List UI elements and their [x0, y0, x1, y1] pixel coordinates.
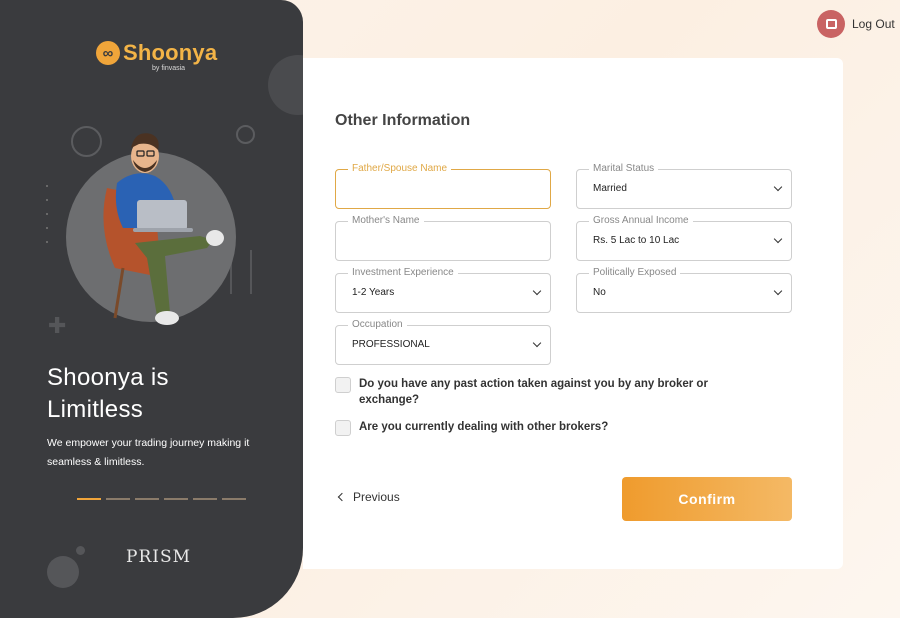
investment-experience-select[interactable]: Investment Experience 1-2 Years [335, 267, 551, 313]
select-value: No [593, 287, 606, 298]
field-label: Investment Experience [348, 267, 458, 279]
brand-headline: Shoonya is Limitless [47, 362, 169, 426]
logout-icon [817, 10, 845, 38]
infinity-icon: ∞ [96, 41, 120, 65]
carousel-dot[interactable] [164, 498, 188, 500]
chevron-down-icon [773, 286, 783, 296]
plus-icon: ✚ [48, 313, 67, 338]
checkbox-label: Do you have any past action taken agains… [359, 378, 708, 406]
previous-label: Previous [353, 490, 400, 504]
logout-button[interactable]: Log Out [817, 10, 895, 38]
field-label: Mother's Name [348, 215, 424, 227]
occupation-select[interactable]: Occupation PROFESSIONAL [335, 319, 551, 365]
politically-exposed-select[interactable]: Politically Exposed No [576, 267, 792, 313]
chevron-left-icon [337, 492, 347, 502]
person-illustration [103, 133, 224, 325]
logo-byline: by finvasia [152, 65, 186, 72]
field-label: Politically Exposed [589, 267, 681, 279]
carousel-dot[interactable] [193, 498, 217, 500]
mother-name-field[interactable]: Mother's Name [335, 215, 551, 261]
headline-line: Limitless [47, 396, 144, 423]
father-spouse-name-input[interactable] [336, 170, 550, 208]
chevron-down-icon [773, 234, 783, 244]
headline-line: Shoonya is [47, 364, 169, 391]
mother-name-input[interactable] [336, 222, 550, 260]
field-label: Father/Spouse Name [348, 163, 452, 175]
gross-annual-income-select[interactable]: Gross Annual Income Rs. 5 Lac to 10 Lac [576, 215, 792, 261]
field-label: Marital Status [589, 163, 659, 175]
field-label: Occupation [348, 319, 407, 331]
confirm-button[interactable]: Confirm [622, 477, 792, 521]
logo: ∞ Shoonya [96, 40, 217, 66]
select-value: Married [593, 183, 627, 194]
form-card: Other Information Father/Spouse Name Mar… [303, 58, 843, 569]
marital-status-select[interactable]: Marital Status Married [576, 163, 792, 209]
chevron-down-icon [532, 286, 542, 296]
carousel-dot[interactable] [222, 498, 246, 500]
brand-tagline: We empower your trading journey making i… [47, 437, 250, 468]
chevron-down-icon [532, 338, 542, 348]
carousel-dot[interactable] [135, 498, 159, 500]
chevron-down-icon [773, 182, 783, 192]
past-action-checkbox[interactable] [335, 377, 351, 393]
decor-circle [268, 55, 303, 115]
logo-text: Shoonya [123, 40, 218, 65]
brand-panel: ∞ Shoonya by finvasia ✚ Shoonya is Limit… [0, 0, 303, 618]
select-value: PROFESSIONAL [352, 339, 430, 350]
select-value: 1-2 Years [352, 287, 395, 298]
decor-circle [76, 546, 85, 555]
carousel-dot[interactable] [77, 498, 101, 500]
previous-button[interactable]: Previous [337, 490, 400, 504]
section-title: Other Information [335, 112, 471, 129]
father-spouse-name-field[interactable]: Father/Spouse Name [335, 163, 551, 209]
prism-logo: PRISM [126, 547, 192, 567]
logout-label: Log Out [852, 17, 895, 31]
decor-ring [236, 125, 255, 144]
select-value: Rs. 5 Lac to 10 Lac [593, 235, 680, 246]
carousel-dot[interactable] [106, 498, 130, 500]
field-label: Gross Annual Income [589, 215, 693, 227]
carousel-pager [77, 498, 246, 500]
past-action-check-row: Do you have any past action taken agains… [335, 376, 735, 408]
checkbox-label: Are you currently dealing with other bro… [359, 421, 609, 433]
decor-dots [46, 185, 50, 255]
decor-circle [47, 556, 79, 588]
other-brokers-checkbox[interactable] [335, 420, 351, 436]
other-brokers-check-row: Are you currently dealing with other bro… [335, 419, 735, 436]
